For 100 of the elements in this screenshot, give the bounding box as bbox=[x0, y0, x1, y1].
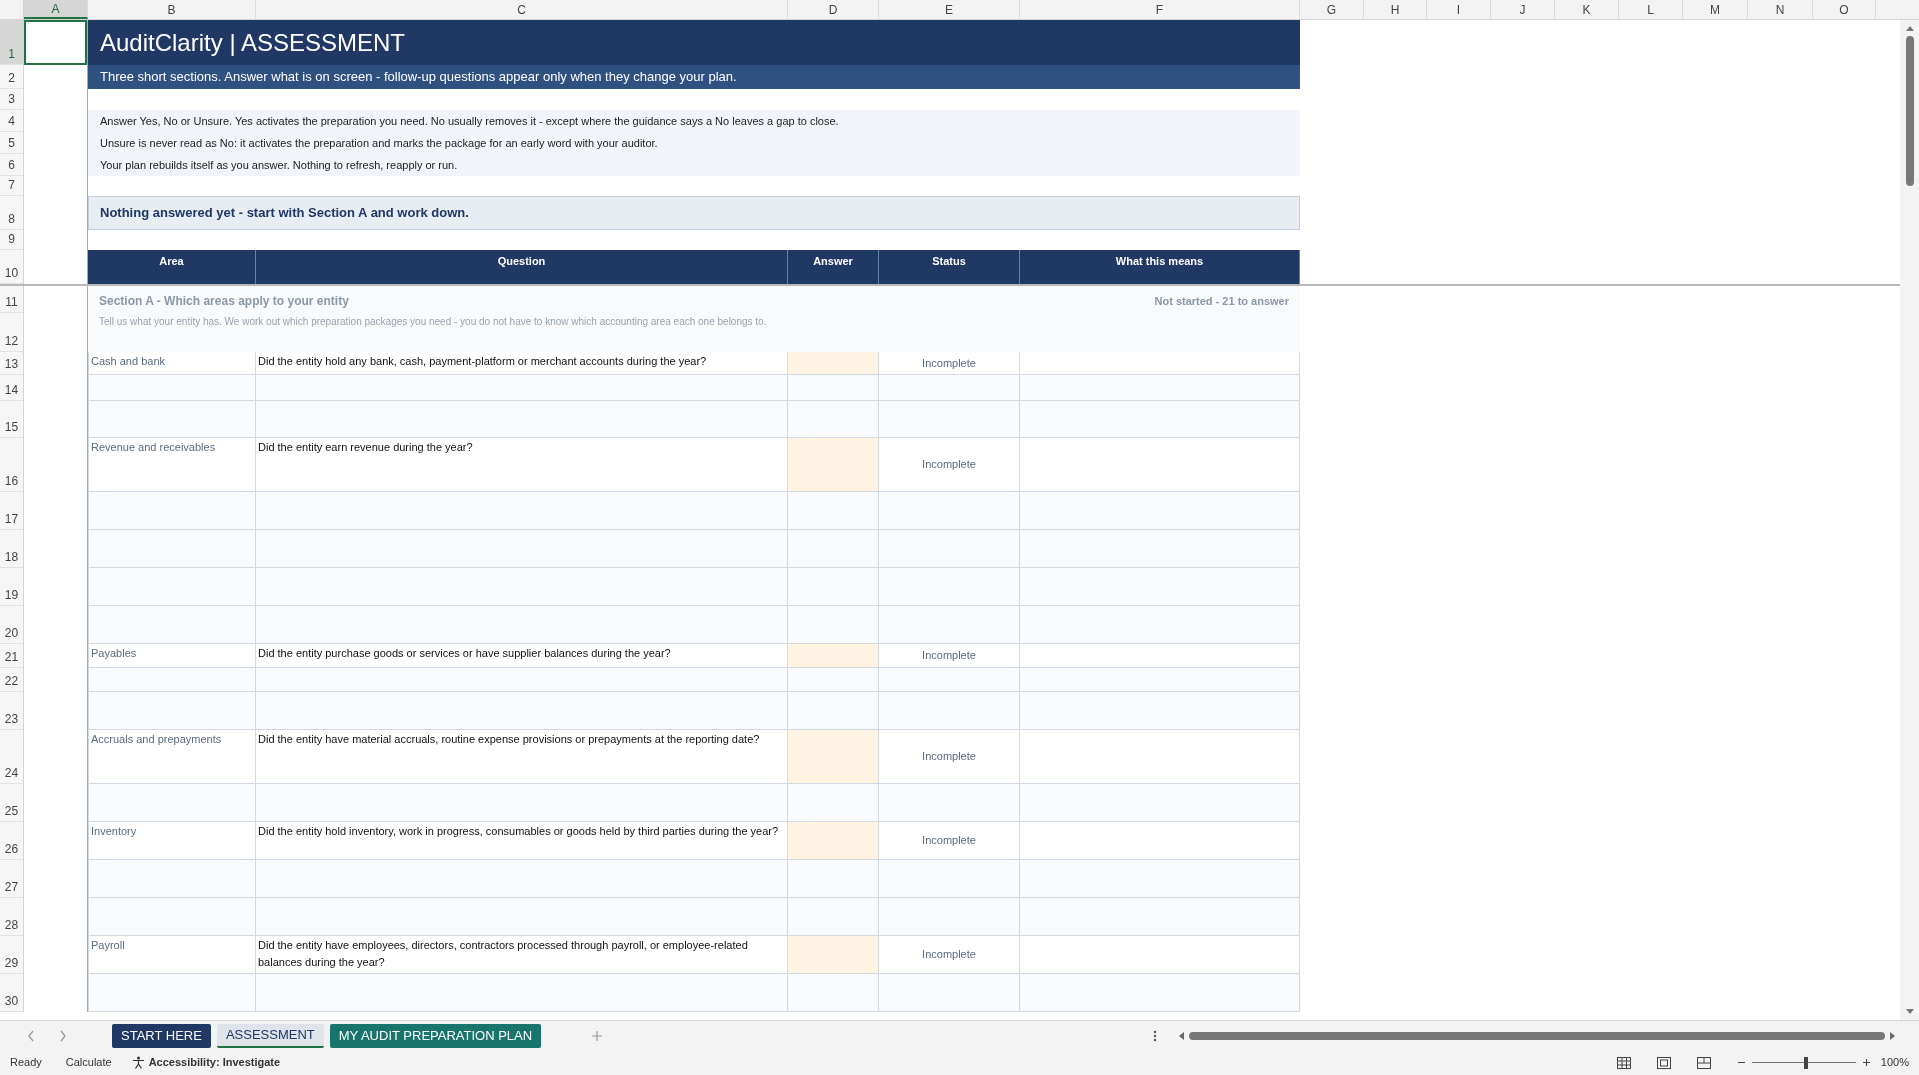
column-header[interactable]: E bbox=[879, 0, 1020, 19]
answer-field[interactable] bbox=[788, 822, 879, 859]
column-header[interactable]: B bbox=[88, 0, 256, 19]
page-layout-icon[interactable] bbox=[1656, 1056, 1671, 1069]
previous-sheet-icon[interactable] bbox=[27, 1029, 35, 1042]
area-cell: Payroll bbox=[88, 936, 256, 973]
row-number[interactable]: 20 bbox=[0, 606, 23, 644]
sheet-subtitle: Three short sections. Answer what is on screen - follow-up questions appear only when they change your plan. bbox=[88, 65, 1300, 89]
column-heading: Question bbox=[256, 250, 788, 284]
zoom-in-icon[interactable] bbox=[1861, 1058, 1871, 1067]
vertical-scrollbar[interactable] bbox=[1900, 20, 1919, 1020]
sheet-title: AuditClarity | ASSESSMENT bbox=[88, 20, 1300, 65]
instruction-text: Answer Yes, No or Unsure. Yes activates the preparation you need. No usually removes it - except where the guidance says a No leaves a gap to close. bbox=[100, 113, 840, 129]
accessibility-button[interactable]: Accessibility: Investigate bbox=[131, 1054, 281, 1071]
row-number[interactable]: 14 bbox=[0, 375, 23, 401]
column-header[interactable]: N bbox=[1748, 0, 1813, 19]
selected-cell[interactable] bbox=[24, 20, 87, 65]
instruction-text: Unsure is never read as No: it activates the preparation and marks the package for an early word with your auditor. bbox=[100, 135, 659, 151]
row-number[interactable]: 6 bbox=[0, 154, 23, 176]
row-number[interactable]: 28 bbox=[0, 898, 23, 936]
status-cell: Incomplete bbox=[879, 730, 1020, 783]
section-progress: Not started - 21 to answer bbox=[1154, 293, 1289, 309]
sheet-tab[interactable]: MY AUDIT PREPARATION PLAN bbox=[329, 1023, 542, 1048]
row-number[interactable]: 12 bbox=[0, 313, 23, 352]
row-number[interactable]: 5 bbox=[0, 132, 23, 154]
row-number[interactable]: 17 bbox=[0, 492, 23, 530]
column-header[interactable]: C bbox=[256, 0, 788, 19]
calculate-button[interactable]: Calculate bbox=[65, 1054, 112, 1071]
scrollbar-thumb[interactable] bbox=[1905, 36, 1914, 186]
more-options-icon[interactable] bbox=[1153, 1029, 1157, 1042]
column-heading: Status bbox=[879, 250, 1020, 284]
row-number[interactable]: 10 bbox=[0, 250, 23, 284]
column-header[interactable]: K bbox=[1555, 0, 1619, 19]
sheet-tab[interactable]: ASSESSMENT bbox=[216, 1023, 324, 1048]
section-description: Tell us what your entity has. We work out which preparation packages you need - you do not have to know which accounting area each one belongs to. bbox=[99, 315, 768, 329]
row-number[interactable]: 7 bbox=[0, 176, 23, 196]
answer-field[interactable] bbox=[788, 730, 879, 783]
sheet-tab[interactable]: START HERE bbox=[112, 1023, 211, 1048]
column-header[interactable]: L bbox=[1619, 0, 1683, 19]
scroll-up-icon[interactable] bbox=[1904, 24, 1915, 32]
status-cell: Incomplete bbox=[879, 822, 1020, 859]
row-number[interactable]: 26 bbox=[0, 822, 23, 860]
answer-field[interactable] bbox=[788, 936, 879, 973]
row-number[interactable]: 30 bbox=[0, 974, 23, 1012]
row-number[interactable]: 3 bbox=[0, 89, 23, 110]
zoom-slider[interactable] bbox=[1751, 1056, 1856, 1069]
answer-field[interactable] bbox=[788, 438, 879, 491]
column-header[interactable]: F bbox=[1020, 0, 1300, 19]
row-number[interactable]: 8 bbox=[0, 196, 23, 230]
status-cell: Incomplete bbox=[879, 438, 1020, 491]
answer-field[interactable] bbox=[788, 644, 879, 667]
section-title: Section A - Which areas apply to your entity bbox=[99, 293, 349, 310]
column-header[interactable]: J bbox=[1491, 0, 1555, 19]
column-header[interactable]: H bbox=[1364, 0, 1427, 19]
scroll-left-icon[interactable] bbox=[1177, 1030, 1185, 1041]
column-heading: What this means bbox=[1020, 250, 1300, 284]
row-number[interactable]: 4 bbox=[0, 110, 23, 132]
column-heading: Answer bbox=[788, 250, 879, 284]
row-number[interactable]: 15 bbox=[0, 401, 23, 438]
area-cell: Cash and bank bbox=[88, 352, 256, 374]
zoom-level[interactable]: 100% bbox=[1880, 1054, 1909, 1071]
row-number[interactable]: 16 bbox=[0, 438, 23, 492]
scroll-down-icon[interactable] bbox=[1904, 1008, 1915, 1016]
row-number[interactable]: 19 bbox=[0, 568, 23, 606]
scroll-right-icon[interactable] bbox=[1889, 1030, 1897, 1041]
accessibility-icon bbox=[131, 1056, 145, 1069]
row-number[interactable]: 25 bbox=[0, 784, 23, 822]
status-cell: Incomplete bbox=[879, 936, 1020, 973]
page-break-icon[interactable] bbox=[1696, 1056, 1711, 1069]
column-heading: Area bbox=[88, 250, 256, 284]
normal-view-icon[interactable] bbox=[1616, 1056, 1631, 1069]
area-cell: Revenue and receivables bbox=[88, 438, 256, 491]
area-cell: Inventory bbox=[88, 822, 256, 859]
row-number[interactable]: 2 bbox=[0, 65, 23, 89]
status-cell: Incomplete bbox=[879, 352, 1020, 374]
column-header[interactable]: I bbox=[1427, 0, 1491, 19]
row-number[interactable]: 1 bbox=[0, 20, 23, 65]
row-number[interactable]: 23 bbox=[0, 692, 23, 730]
row-number[interactable]: 29 bbox=[0, 936, 23, 974]
column-header[interactable]: O bbox=[1813, 0, 1876, 19]
area-cell: Payables bbox=[88, 644, 256, 667]
status-message: Nothing answered yet - start with Section A and work down. bbox=[88, 196, 1300, 230]
answer-field[interactable] bbox=[788, 352, 879, 374]
row-number[interactable]: 27 bbox=[0, 860, 23, 898]
column-header[interactable]: G bbox=[1300, 0, 1364, 19]
status-cell: Incomplete bbox=[879, 644, 1020, 667]
row-number[interactable]: 22 bbox=[0, 668, 23, 692]
row-number[interactable]: 24 bbox=[0, 730, 23, 784]
row-number[interactable]: 11 bbox=[0, 286, 23, 313]
column-header[interactable]: A bbox=[24, 0, 88, 19]
column-header[interactable]: M bbox=[1683, 0, 1748, 19]
instruction-text: Your plan rebuilds itself as you answer. Nothing to refresh, reapply or run. bbox=[100, 157, 459, 173]
row-number[interactable]: 9 bbox=[0, 230, 23, 250]
column-header[interactable]: D bbox=[788, 0, 879, 19]
next-sheet-icon[interactable] bbox=[59, 1029, 67, 1042]
row-number[interactable]: 21 bbox=[0, 644, 23, 668]
status-ready: Ready bbox=[10, 1055, 42, 1071]
area-cell: Accruals and prepayments bbox=[88, 730, 256, 783]
row-number[interactable]: 13 bbox=[0, 352, 23, 375]
row-number[interactable]: 18 bbox=[0, 530, 23, 568]
